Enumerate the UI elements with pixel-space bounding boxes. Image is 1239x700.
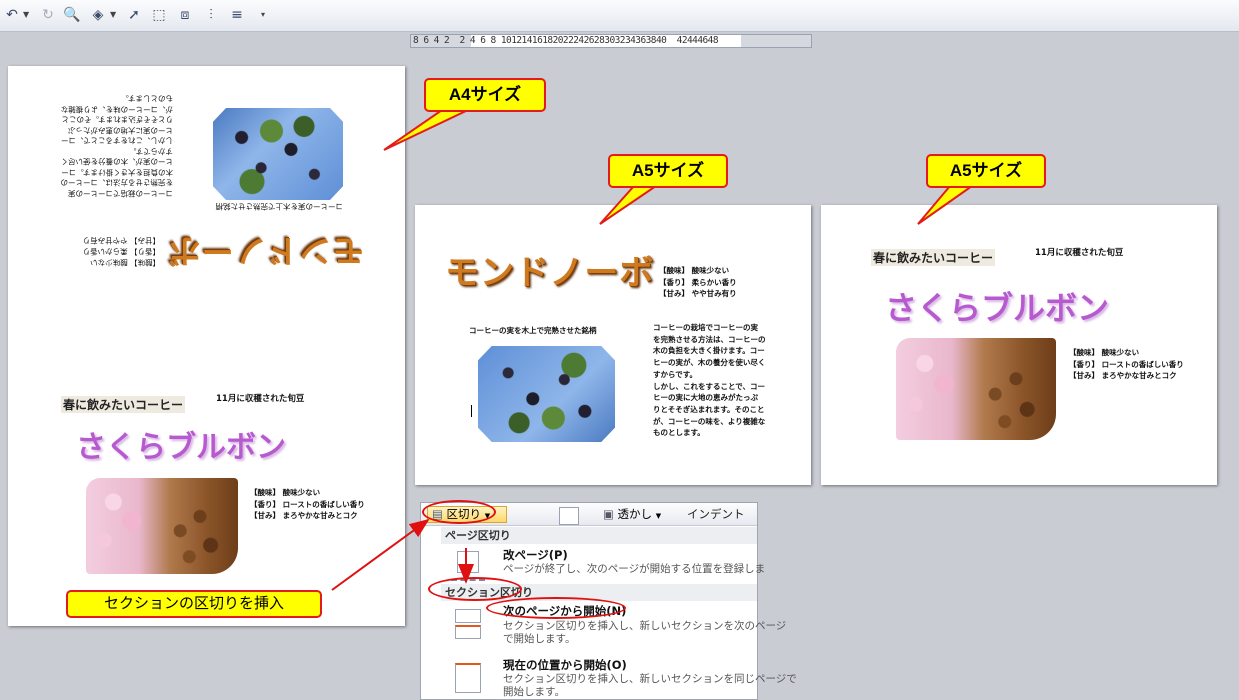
a5-right-callout-pointer [917,185,976,225]
a5-left-callout-pointer [599,185,660,225]
callout-a5-left: A5サイズ [608,154,728,188]
callout-a5-right: A5サイズ [926,154,1046,188]
arrow-to-breaks [331,518,430,591]
callout-a4: A4サイズ [424,78,546,112]
a4-callout-pointer [383,109,469,151]
callout-section-break: セクションの区切りを挿入 [66,590,322,618]
